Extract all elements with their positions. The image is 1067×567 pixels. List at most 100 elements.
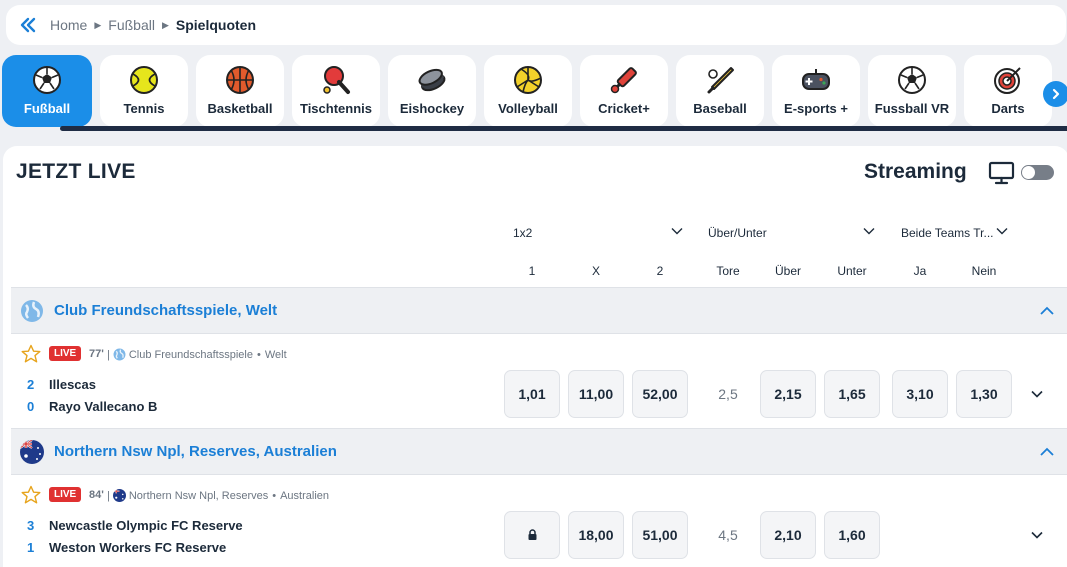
column-header-ueber: Über (774, 264, 801, 278)
breadcrumb-sport[interactable]: Fußball (108, 17, 155, 33)
sport-tab-label: Volleyball (498, 101, 558, 116)
home-score: 3 (27, 518, 35, 533)
sports-nav: Fußball Tennis Basketball Tischtennis Ei… (2, 55, 1067, 127)
odds-button-1[interactable]: 1,01 (504, 370, 560, 418)
sport-tab-eishockey[interactable]: Eishockey (388, 55, 476, 127)
toggle-knob (1022, 166, 1035, 179)
odds-button-x[interactable]: 18,00 (568, 511, 624, 559)
chevron-down-icon[interactable] (670, 224, 684, 238)
event-region: Australien (280, 489, 330, 502)
league-header[interactable]: Club Freundschaftsspiele, Welt (11, 287, 1067, 334)
odds-button-yes[interactable]: 3,10 (892, 370, 948, 418)
tennis-ball-icon (129, 65, 159, 95)
chevron-down-icon[interactable] (995, 224, 1009, 238)
column-header-2: 2 (656, 264, 664, 278)
home-score: 2 (27, 377, 35, 392)
sport-tab-fussball-vr[interactable]: Fussball VR (868, 55, 956, 127)
market-select-both-teams[interactable]: Beide Teams Tr... (901, 226, 994, 240)
chevron-down-icon[interactable] (1030, 528, 1044, 542)
sport-tab-label: Darts (991, 101, 1025, 116)
sport-tab-esports[interactable]: E-sports + (772, 55, 860, 127)
odds-button-x[interactable]: 11,00 (568, 370, 624, 418)
sports-scroll-right-icon[interactable] (1043, 81, 1067, 107)
odds-button-2[interactable]: 51,00 (632, 511, 688, 559)
chevron-up-icon[interactable] (1039, 303, 1055, 319)
live-panel: JETZT LIVE Streaming 1x2 Über/Unter Beid… (3, 146, 1067, 567)
chevron-up-icon[interactable] (1039, 444, 1055, 460)
away-score: 0 (27, 399, 35, 414)
ping-pong-paddle-icon (321, 65, 351, 95)
breadcrumb-separator-icon: ▶ (94, 19, 102, 30)
sport-tab-label: Baseball (693, 101, 747, 116)
globe-icon (113, 348, 126, 361)
sport-tab-label: E-sports + (784, 101, 848, 116)
column-header-x: X (591, 264, 600, 278)
breadcrumb: Home ▶ Fußball ▶ Spielquoten (6, 5, 1066, 45)
sport-tab-label: Fussball VR (874, 101, 950, 116)
live-badge: LIVE (49, 487, 82, 502)
sport-tab-label: Cricket+ (598, 101, 650, 116)
sport-tab-tennis[interactable]: Tennis (100, 55, 188, 127)
event-competition: Club Freundschaftsspiele (128, 348, 253, 361)
odds-button-under[interactable]: 1,65 (824, 370, 880, 418)
event-row: LIVE 77' | Club Freundschaftsspiele • We… (11, 334, 1067, 428)
sport-tab-tischtennis[interactable]: Tischtennis (292, 55, 380, 127)
chevron-down-icon[interactable] (1030, 387, 1044, 401)
cricket-bat-icon (609, 65, 639, 95)
league-header[interactable]: Northern Nsw Npl, Reserves, Australien (11, 428, 1067, 475)
market-select-1x2[interactable]: 1x2 (513, 226, 532, 240)
australia-flag-icon (20, 439, 44, 464)
sport-tab-label: Eishockey (399, 101, 465, 116)
column-header-nein: Nein (971, 264, 997, 278)
baseball-bat-icon (705, 65, 735, 95)
breadcrumb-home[interactable]: Home (50, 17, 87, 33)
sport-tab-fussball[interactable]: Fußball (2, 55, 92, 127)
streaming-label: Streaming (864, 160, 967, 183)
odds-button-under[interactable]: 1,60 (824, 511, 880, 559)
sport-tab-label: Tischtennis (299, 101, 372, 116)
lock-icon (528, 529, 536, 540)
sport-tab-volleyball[interactable]: Volleyball (484, 55, 572, 127)
globe-icon (20, 299, 44, 323)
away-score: 1 (27, 540, 35, 555)
chevron-down-icon[interactable] (862, 224, 876, 238)
goal-line-value: 4,5 (718, 527, 738, 543)
sport-tab-basketball[interactable]: Basketball (196, 55, 284, 127)
star-icon[interactable] (21, 344, 41, 364)
basketball-icon (225, 65, 255, 95)
sport-tab-baseball[interactable]: Baseball (676, 55, 764, 127)
odds-button-over[interactable]: 2,15 (760, 370, 816, 418)
monitor-icon (988, 161, 1015, 185)
away-team[interactable]: Rayo Vallecano B (49, 399, 157, 414)
sport-tab-label: Basketball (207, 101, 273, 116)
column-header-1: 1 (528, 264, 536, 278)
sport-tab-cricket[interactable]: Cricket+ (580, 55, 668, 127)
australia-flag-icon (112, 489, 126, 502)
away-team[interactable]: Weston Workers FC Reserve (49, 540, 226, 555)
event-meta: | Northern Nsw Npl, Reserves • Australie… (107, 489, 330, 502)
collapse-sidebar-icon[interactable] (6, 5, 50, 45)
event-row: LIVE 84' | Northern Nsw Npl, Reserves • … (11, 475, 1067, 567)
odds-button-no[interactable]: 1,30 (956, 370, 1012, 418)
home-team[interactable]: Illescas (49, 377, 96, 392)
home-team[interactable]: Newcastle Olympic FC Reserve (49, 518, 243, 533)
sports-scrollbar[interactable] (60, 126, 1067, 131)
volleyball-icon (513, 65, 543, 95)
odds-button-over[interactable]: 2,10 (760, 511, 816, 559)
star-icon[interactable] (21, 485, 41, 505)
sport-tab-darts[interactable]: Darts (964, 55, 1052, 127)
streaming-toggle[interactable] (1021, 165, 1054, 180)
gamepad-icon (801, 65, 831, 95)
column-header-unter: Unter (837, 264, 867, 278)
match-minute: 77' (89, 348, 104, 360)
sport-tab-label: Tennis (123, 101, 165, 116)
goal-line-value: 2,5 (718, 386, 738, 402)
breadcrumb-current: Spielquoten (175, 17, 257, 33)
dartboard-icon (993, 65, 1023, 95)
odds-button-2[interactable]: 52,00 (632, 370, 688, 418)
hockey-puck-icon (417, 65, 447, 95)
soccer-ball-icon (897, 65, 927, 95)
market-select-over-under[interactable]: Über/Unter (708, 226, 767, 240)
odds-button-1-locked (504, 511, 560, 559)
event-competition: Northern Nsw Npl, Reserves (128, 489, 269, 502)
